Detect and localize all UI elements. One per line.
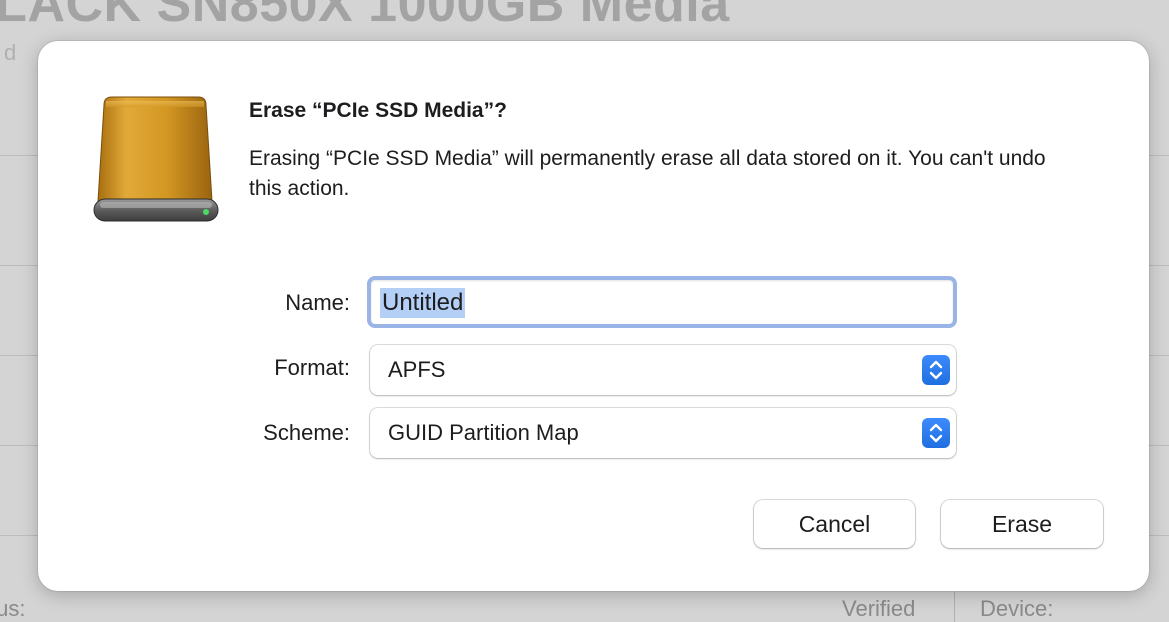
dialog-message: Erasing “PCIe SSD Media” will permanentl… bbox=[249, 147, 1046, 200]
background-status-label: tus: bbox=[0, 596, 26, 621]
scheme-label: Scheme: bbox=[263, 420, 350, 445]
cancel-button[interactable]: Cancel bbox=[754, 500, 915, 548]
background-divider bbox=[0, 535, 40, 536]
name-field-value[interactable]: Untitled bbox=[380, 288, 466, 318]
background-divider bbox=[1146, 265, 1169, 266]
dialog-title: Erase “PCIe SSD Media”? bbox=[249, 99, 507, 122]
background-divider bbox=[0, 155, 40, 156]
background-divider bbox=[1146, 155, 1169, 156]
background-subtitle: d bbox=[4, 40, 17, 65]
background-divider bbox=[0, 265, 40, 266]
external-drive-icon bbox=[92, 95, 224, 227]
erase-dialog: Erase “PCIe SSD Media”? Erasing “PCIe SS… bbox=[38, 41, 1149, 591]
scheme-popup-value: GUID Partition Map bbox=[388, 420, 579, 445]
background-divider bbox=[1146, 535, 1169, 536]
chevron-up-down-icon[interactable] bbox=[922, 355, 950, 385]
background-divider bbox=[0, 355, 40, 356]
background-divider bbox=[1146, 355, 1169, 356]
background-column-divider bbox=[954, 592, 955, 622]
background-divider bbox=[1146, 445, 1169, 446]
background-status-value: Verified bbox=[842, 596, 916, 621]
chevron-up-down-icon[interactable] bbox=[922, 418, 950, 448]
scheme-popup[interactable]: GUID Partition Map bbox=[370, 408, 956, 458]
background-divider bbox=[0, 445, 40, 446]
name-label: Name: bbox=[285, 290, 350, 315]
erase-button[interactable]: Erase bbox=[941, 500, 1103, 548]
format-popup-value: APFS bbox=[388, 357, 446, 382]
background-device-label: Device: bbox=[980, 596, 1054, 621]
background-window-title: PLACK SN850X 1000GB Media bbox=[0, 0, 730, 33]
name-field[interactable]: Untitled bbox=[367, 276, 957, 328]
format-label: Format: bbox=[274, 355, 350, 380]
format-popup[interactable]: APFS bbox=[370, 345, 956, 395]
